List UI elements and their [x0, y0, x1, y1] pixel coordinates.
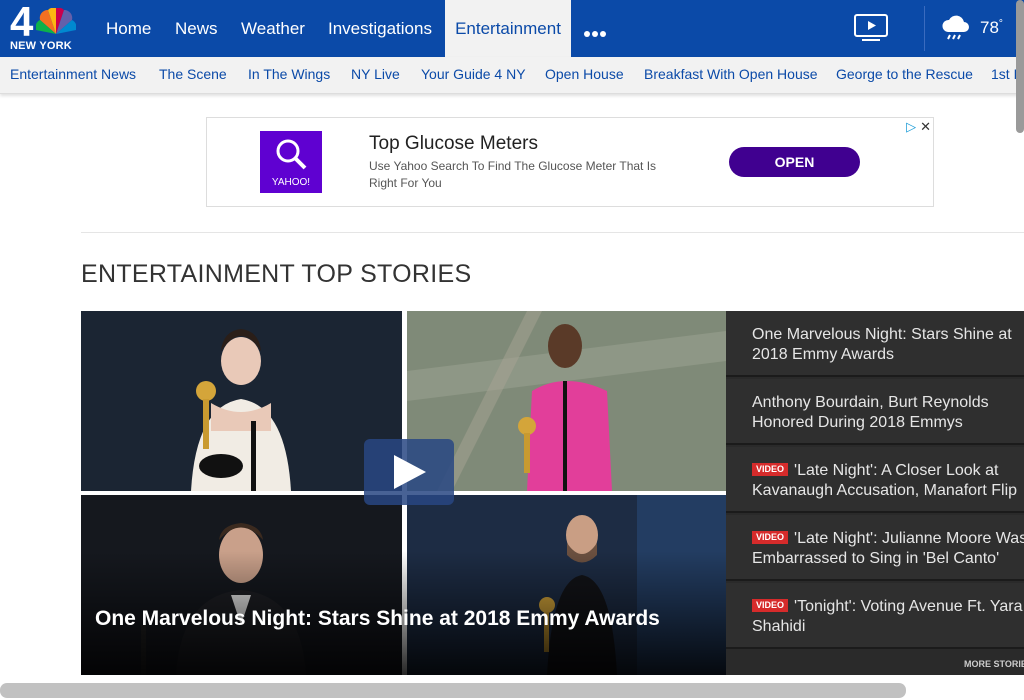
temperature-unit: ° [998, 18, 1003, 30]
page: 4 NEW YORK Home News Weather Investigati… [0, 0, 1024, 700]
video-badge: VIDEO [752, 531, 789, 544]
nav-entertainment[interactable]: Entertainment [445, 0, 571, 57]
hero-photo-2 [407, 311, 726, 491]
subnav-the-scene[interactable]: The Scene [159, 57, 227, 92]
story-title[interactable]: One Marvelous Night: Stars Shine at 2018… [752, 325, 1024, 365]
adchoices-icon[interactable]: ▷ [906, 119, 916, 134]
advertisement[interactable]: YAHOO! Top Glucose Meters Use Yahoo Sear… [206, 117, 934, 207]
hero-photo-1 [81, 311, 402, 491]
tv-play-icon[interactable] [854, 14, 888, 42]
story-item[interactable]: VIDEO 'Late Night': A Closer Look at Kava… [726, 447, 1024, 513]
story-item[interactable]: One Marvelous Night: Stars Shine at 2018… [726, 311, 1024, 377]
yahoo-label: YAHOO! [271, 177, 311, 188]
subnav-george-to-the-rescue[interactable]: George to the Rescue [836, 57, 973, 92]
logo-subtitle: NEW YORK [10, 40, 72, 52]
subnav-open-house[interactable]: Open House [545, 57, 624, 92]
story-title[interactable]: Anthony Bourdain, Burt Reynolds Honored … [752, 393, 1024, 433]
video-badge: VIDEO [752, 599, 789, 612]
story-item[interactable]: Anthony Bourdain, Burt Reynolds Honored … [726, 379, 1024, 445]
ad-close-icon[interactable]: ✕ [920, 119, 931, 134]
more-stories-link[interactable]: MORE STORIES [964, 659, 1024, 669]
story-title-line-2: Honored During 2018 Emmys [752, 414, 963, 431]
story-title-line-1: 'Tonight': Voting Avenue Ft. Yara [794, 598, 1023, 615]
nav-divider [924, 6, 925, 51]
temperature-value: 78 [980, 18, 999, 37]
story-title[interactable]: VIDEO 'Late Night': Julianne Moore Was Em… [752, 529, 1024, 569]
adchoices[interactable]: ▷ ✕ [906, 119, 931, 135]
story-title-line-1: Anthony Bourdain, Burt Reynolds [752, 394, 989, 411]
hero-story[interactable]: One Marvelous Night: Stars Shine at 2018… [81, 311, 726, 675]
story-title-line-2: Embarrassed to Sing in 'Bel Canto' [752, 550, 1000, 567]
nav-home[interactable]: Home [106, 0, 151, 57]
nbc-logo[interactable]: 4 NEW YORK [8, 0, 82, 54]
story-title-line-1: 'Late Night': Julianne Moore Was [794, 530, 1024, 547]
story-item[interactable]: VIDEO 'Late Night': Julianne Moore Was Em… [726, 515, 1024, 581]
story-title[interactable]: VIDEO 'Tonight': Voting Avenue Ft. Yara S… [752, 597, 1024, 637]
story-title-line-2: Kavanaugh Accusation, Manafort Flip [752, 482, 1018, 499]
section-divider [81, 232, 1024, 233]
top-nav: 4 NEW YORK Home News Weather Investigati… [0, 0, 1024, 57]
rain-cloud-icon[interactable] [940, 14, 970, 44]
story-title-line-2: 2018 Emmy Awards [752, 346, 894, 363]
photo-actress-pink-dress [407, 311, 726, 491]
vertical-scrollbar[interactable] [1016, 0, 1024, 133]
peacock-icon [36, 8, 76, 34]
ad-open-button[interactable]: OPEN [729, 147, 860, 177]
temperature[interactable]: 78° [980, 18, 1003, 38]
story-item[interactable]: VIDEO 'Tonight': Voting Avenue Ft. Yara S… [726, 583, 1024, 649]
search-icon [276, 139, 307, 170]
video-badge: VIDEO [752, 463, 789, 476]
ad-description: Use Yahoo Search To Find The Glucose Met… [369, 159, 657, 190]
photo-actress-with-emmy [81, 311, 402, 491]
top-stories-list: One Marvelous Night: Stars Shine at 2018… [726, 311, 1024, 675]
subnav-entertainment-news[interactable]: Entertainment News [10, 57, 136, 92]
yahoo-logo: YAHOO! [260, 131, 322, 193]
story-title-line-1: 'Late Night': A Closer Look at [794, 462, 999, 479]
play-icon[interactable] [364, 439, 454, 505]
ad-title[interactable]: Top Glucose Meters [369, 133, 538, 155]
nav-investigations[interactable]: Investigations [328, 0, 432, 57]
hero-caption[interactable]: One Marvelous Night: Stars Shine at 2018… [95, 607, 660, 631]
subnav-breakfast-with-open-house[interactable]: Breakfast With Open House [644, 57, 818, 92]
section-title: ENTERTAINMENT TOP STORIES [81, 260, 472, 288]
story-title-line-2: Shahidi [752, 618, 806, 635]
horizontal-scrollbar[interactable] [0, 683, 906, 698]
nav-news[interactable]: News [175, 0, 218, 57]
sub-nav: Entertainment News The Scene In The Wing… [0, 57, 1024, 94]
more-dots-icon[interactable] [584, 24, 610, 37]
subnav-your-guide-4-ny[interactable]: Your Guide 4 NY [421, 57, 526, 92]
nav-weather[interactable]: Weather [241, 0, 305, 57]
story-title[interactable]: VIDEO 'Late Night': A Closer Look at Kava… [752, 461, 1024, 501]
subnav-in-the-wings[interactable]: In The Wings [248, 57, 330, 92]
subnav-ny-live[interactable]: NY Live [351, 57, 400, 92]
story-title-line-1: One Marvelous Night: Stars Shine at [752, 326, 1012, 343]
